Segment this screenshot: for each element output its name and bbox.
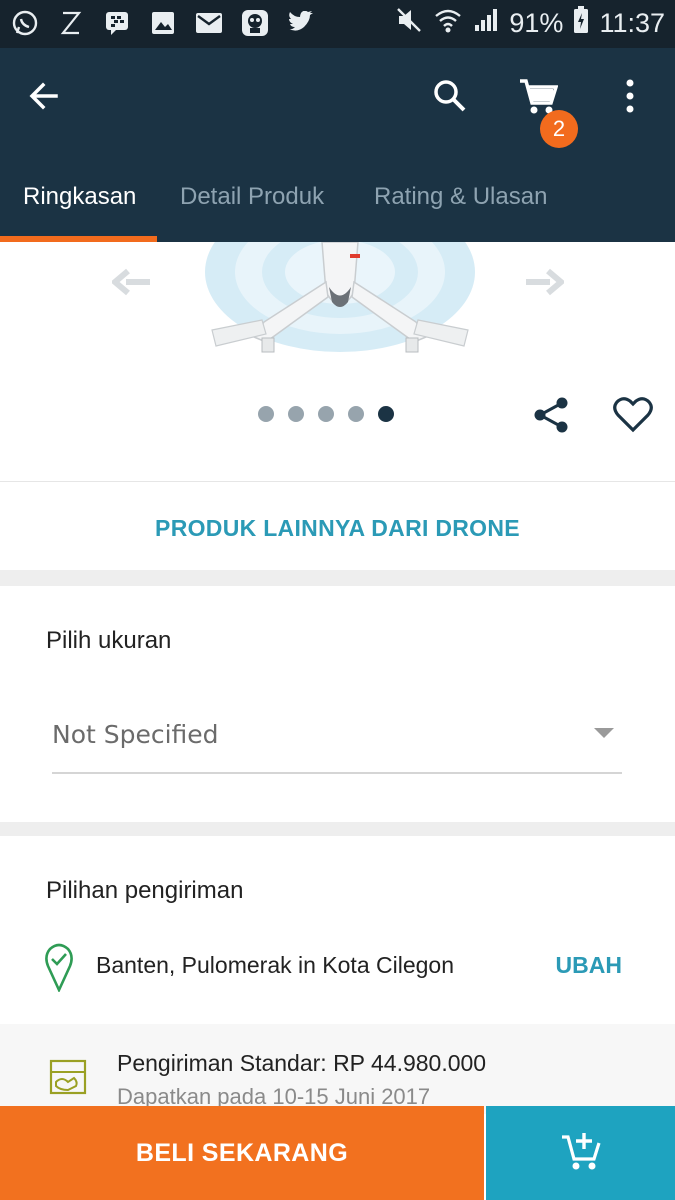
- bbm-icon: [102, 8, 132, 38]
- carousel-dot[interactable]: [258, 406, 274, 422]
- prev-image-arrow[interactable]: [110, 268, 156, 298]
- delivery-package-icon: [48, 1058, 88, 1101]
- share-icon: [531, 395, 571, 440]
- tab-ringkasan[interactable]: Ringkasan: [23, 183, 136, 211]
- next-image-arrow[interactable]: [524, 268, 568, 298]
- twitter-icon: [286, 8, 316, 38]
- tab-bar: Ringkasan Detail Produk Rating & Ulasan: [0, 175, 675, 242]
- app-bar: 2 Ringkasan Detail Produk Rating & Ulasa…: [0, 48, 675, 242]
- notification-icons: [10, 8, 316, 38]
- cart-count-badge: 2: [540, 110, 578, 148]
- product-image: [204, 192, 476, 354]
- location-pin-icon: [44, 942, 74, 997]
- carousel-dot[interactable]: [348, 406, 364, 422]
- dropdown-caret-icon: [594, 728, 614, 738]
- system-status: 91% 11:37: [395, 6, 665, 41]
- battery-percent: 91%: [509, 8, 564, 38]
- signal-icon: [473, 7, 499, 40]
- heart-icon: [612, 396, 654, 439]
- section-gap: [0, 822, 675, 836]
- more-vert-icon: [624, 78, 636, 119]
- carousel-dot[interactable]: [378, 406, 394, 422]
- wishlist-button[interactable]: [608, 392, 658, 442]
- gmail-icon: [194, 8, 224, 38]
- battery-icon: [573, 6, 589, 41]
- more-options-button[interactable]: [602, 70, 658, 126]
- section-gap: [0, 570, 675, 586]
- shipping-address: Banten, Pulomerak in Kota Cilegon: [96, 952, 454, 978]
- status-bar: 91% 11:37: [0, 0, 675, 48]
- search-icon: [432, 78, 468, 119]
- share-button[interactable]: [526, 392, 576, 442]
- tab-detail-produk[interactable]: Detail Produk: [180, 183, 324, 211]
- search-button[interactable]: [422, 70, 478, 126]
- carousel-dot[interactable]: [288, 406, 304, 422]
- more-products-from-seller-link[interactable]: PRODUK LAINNYA DARI DRONE: [0, 486, 675, 570]
- tab-rating-ulasan[interactable]: Rating & Ulasan: [374, 183, 547, 211]
- back-arrow-icon: [26, 78, 62, 119]
- gallery-icon: [148, 8, 178, 38]
- clock: 11:37: [599, 8, 665, 38]
- whatsapp-icon: [10, 8, 40, 38]
- mute-icon: [395, 6, 423, 41]
- buy-now-button[interactable]: BELI SEKARANG: [0, 1106, 484, 1200]
- bottom-action-bar: BELI SEKARANG: [0, 1106, 675, 1200]
- z-app-icon: [56, 8, 86, 38]
- change-address-button[interactable]: UBAH: [556, 952, 622, 979]
- divider: [0, 481, 675, 482]
- wifi-icon: [433, 6, 463, 41]
- carousel-dot[interactable]: [318, 406, 334, 422]
- add-to-cart-icon: [560, 1131, 602, 1176]
- add-to-cart-button[interactable]: [486, 1106, 675, 1200]
- size-section-title: Pilih ukuran: [46, 627, 172, 654]
- carousel-pagination: [258, 406, 394, 422]
- back-button[interactable]: [16, 70, 72, 126]
- size-select[interactable]: Not Specified: [52, 706, 622, 774]
- size-select-value: Not Specified: [52, 720, 219, 749]
- mascot-app-icon: [240, 8, 270, 38]
- shipping-section-title: Pilihan pengiriman: [46, 877, 244, 904]
- shipping-option[interactable]: Pengiriman Standar: RP 44.980.000 Dapatk…: [0, 1024, 675, 1114]
- shipping-option-title: Pengiriman Standar: RP 44.980.000: [117, 1050, 487, 1076]
- product-image-carousel[interactable]: [0, 192, 675, 479]
